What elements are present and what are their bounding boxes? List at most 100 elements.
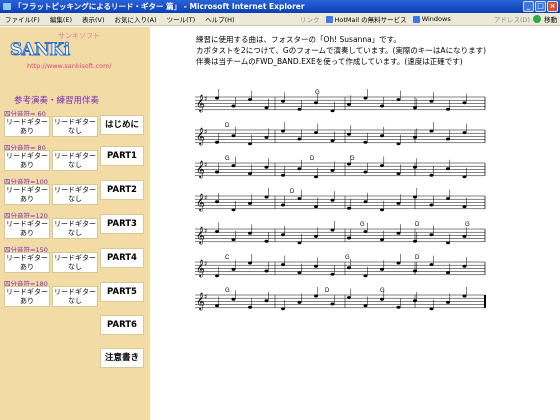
note-head — [297, 241, 302, 245]
with-lead-button[interactable]: リードギター あり — [4, 286, 50, 307]
note-head — [297, 300, 302, 304]
notes-button[interactable]: 注意書き — [100, 348, 144, 368]
chord-symbol: G — [225, 156, 230, 162]
note-head — [380, 134, 384, 138]
with-lead-button[interactable]: リードギター あり — [4, 116, 50, 137]
part2-button[interactable]: PART2 — [100, 180, 144, 200]
address-label: アドレス(D) — [494, 16, 531, 24]
chord-symbol: G — [465, 222, 470, 228]
note-head — [462, 101, 467, 105]
note-head — [347, 102, 351, 106]
note-head — [215, 96, 219, 100]
part5-button[interactable]: PART5 — [100, 282, 144, 302]
note-head — [248, 261, 252, 265]
intro-text: 練習に使用する曲は、フォスターの「Oh! Susanna」です。 カポタストを2… — [196, 34, 486, 67]
note-head — [396, 231, 401, 235]
note-head — [462, 175, 467, 179]
note-head — [347, 162, 351, 166]
menu-view[interactable]: 表示(V) — [77, 14, 110, 24]
link-hotmail[interactable]: HotMail の無料サービス — [325, 14, 407, 24]
menu-bar: ファイル(F) 編集(E) 表示(V) お気に入り(A) ツール(T) ヘルプ(… — [0, 13, 560, 26]
note-head — [231, 104, 236, 108]
menu-file[interactable]: ファイル(F) — [0, 14, 45, 24]
note-head — [396, 142, 401, 146]
note-head — [462, 294, 467, 298]
part6-button[interactable]: PART6 — [100, 315, 144, 335]
go-button[interactable]: 移動 — [544, 14, 557, 24]
chord-symbol: G — [360, 222, 365, 228]
with-lead-button[interactable]: リードギター あり — [4, 252, 50, 273]
note-head — [264, 269, 269, 273]
note-head — [380, 164, 384, 168]
sheet-music-score: 𝄞 ♯G𝄞 ♯D𝄞 ♯G D G𝄞 ♯D𝄞 ♯G D G𝄞 ♯C G D𝄞 ♯G D G — [195, 89, 486, 311]
note-head — [429, 129, 434, 133]
note-head — [446, 107, 450, 111]
note-head — [429, 307, 434, 311]
without-lead-button[interactable]: リードギター なし — [52, 150, 98, 171]
close-button[interactable]: × — [547, 1, 558, 12]
note-head — [347, 296, 351, 300]
go-arrow-icon[interactable] — [533, 15, 542, 23]
chord-symbol: G — [345, 255, 350, 261]
menu-tools[interactable]: ツール(T) — [162, 14, 201, 24]
note-head — [413, 269, 417, 273]
part3-button[interactable]: PART3 — [100, 214, 144, 234]
main-content: 練習に使用する曲は、フォスターの「Oh! Susanna」です。 カポタストを2… — [150, 27, 560, 420]
note-head — [215, 200, 219, 204]
note-head — [314, 175, 318, 179]
link-windows[interactable]: Windows — [412, 15, 451, 23]
note-head — [380, 104, 384, 108]
note-head — [215, 140, 219, 144]
with-lead-button[interactable]: リードギター あり — [4, 184, 50, 205]
note-head — [363, 140, 368, 144]
sharp-icon: ♯ — [204, 227, 207, 235]
sharp-icon: ♯ — [204, 260, 207, 268]
note-head — [281, 307, 285, 311]
chord-symbol: D — [310, 156, 315, 162]
menu-help[interactable]: ヘルプ(H) — [200, 14, 239, 24]
intro-button[interactable]: はじめに — [100, 115, 144, 135]
note-head — [396, 305, 401, 309]
note-head — [264, 165, 269, 169]
part4-button[interactable]: PART4 — [100, 248, 144, 268]
menu-edit[interactable]: 編集(E) — [45, 14, 77, 24]
sankisoft-logo[interactable]: サンキソフト SANKi http://www.sankisoft.com/ — [6, 30, 146, 70]
note-head — [429, 233, 434, 237]
without-lead-button[interactable]: リードギター なし — [52, 252, 98, 273]
without-lead-button[interactable]: リードギター なし — [52, 286, 98, 307]
note-head — [297, 167, 302, 171]
note-head — [231, 267, 236, 271]
note-head — [380, 208, 384, 212]
note-head — [297, 137, 302, 141]
minimize-button[interactable]: _ — [523, 1, 534, 12]
note-head — [231, 238, 236, 242]
page-icon — [412, 15, 420, 23]
maximize-button[interactable]: □ — [535, 1, 546, 12]
with-lead-button[interactable]: リードギター あり — [4, 150, 50, 171]
note-head — [215, 274, 219, 278]
sharp-icon: ♯ — [204, 95, 207, 103]
note-head — [396, 201, 401, 205]
note-head — [429, 99, 434, 103]
note-head — [363, 274, 368, 278]
with-lead-button[interactable]: リードギター あり — [4, 218, 50, 239]
without-lead-button[interactable]: リードギター なし — [52, 218, 98, 239]
note-head — [429, 263, 434, 267]
note-head — [281, 129, 285, 133]
note-head — [347, 266, 351, 270]
without-lead-button[interactable]: リードギター なし — [52, 116, 98, 137]
part1-button[interactable]: PART1 — [100, 146, 144, 166]
note-head — [347, 132, 351, 136]
note-head — [231, 164, 236, 168]
note-head — [462, 205, 467, 209]
note-head — [264, 195, 269, 199]
without-lead-button[interactable]: リードギター なし — [52, 184, 98, 205]
note-head — [248, 201, 252, 205]
note-head — [281, 99, 285, 103]
menu-favorites[interactable]: お気に入り(A) — [110, 14, 162, 24]
note-head — [462, 234, 467, 238]
note-head — [330, 272, 335, 276]
note-head — [446, 197, 450, 201]
logo-url-link[interactable]: http://www.sankisoft.com/ — [27, 62, 112, 70]
window-title-bar: 「フラットピッキングによるリード・ギター 篇」 - Microsoft Inte… — [0, 0, 560, 13]
